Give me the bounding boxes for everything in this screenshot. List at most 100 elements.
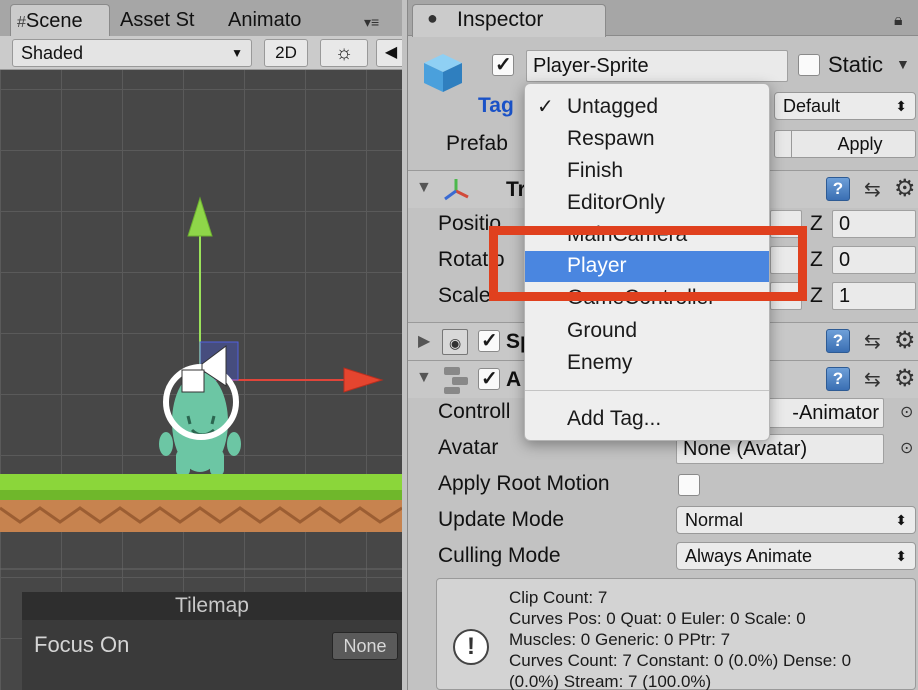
info-line: (0.0%) Stream: 7 (100.0%) bbox=[509, 672, 712, 690]
transform-title: Tr bbox=[506, 178, 526, 201]
lock-icon[interactable]: 🔒︎ bbox=[894, 12, 903, 30]
menu-item-label: Finish bbox=[567, 159, 624, 182]
animator-icon bbox=[442, 365, 470, 395]
foldout-closed-icon[interactable]: ▶ bbox=[418, 331, 430, 351]
info-line: Curves Pos: 0 Quat: 0 Euler: 0 Scale: 0 bbox=[509, 609, 806, 628]
check-icon: ✓ bbox=[495, 54, 512, 76]
rotation-z-label: Z bbox=[810, 248, 823, 271]
avatar-label: Avatar bbox=[438, 436, 499, 459]
menu-item-untagged[interactable]: Untagged bbox=[525, 92, 769, 122]
audio-gizmo-box bbox=[181, 369, 205, 393]
tab-menu-icon[interactable]: ▾≡ bbox=[364, 14, 379, 31]
menu-item-editoronly[interactable]: EditorOnly bbox=[525, 188, 769, 218]
tab-asset-store-label: Asset St bbox=[120, 9, 195, 31]
help-icon[interactable]: ? bbox=[826, 367, 850, 391]
check-icon: ✓ bbox=[481, 330, 498, 352]
layer-dropdown[interactable]: Default ⬍ bbox=[774, 92, 916, 120]
animator-info-box: ! Clip Count: 7 Curves Pos: 0 Quat: 0 Eu… bbox=[436, 578, 916, 690]
info-icon: ● bbox=[427, 8, 438, 28]
position-z-field[interactable]: 0 bbox=[832, 210, 916, 238]
static-checkbox[interactable] bbox=[798, 54, 820, 76]
sprite-renderer-enabled-checkbox[interactable]: ✓ bbox=[478, 330, 500, 352]
object-picker-icon[interactable]: ⊙ bbox=[900, 402, 913, 422]
menu-item-label: Add Tag... bbox=[567, 407, 662, 430]
static-dropdown-arrow-icon[interactable]: ▼ bbox=[896, 56, 910, 72]
preset-icon[interactable]: ⇆ bbox=[864, 367, 881, 392]
y-axis-arrow[interactable] bbox=[187, 196, 213, 237]
info-line: Clip Count: 7 bbox=[509, 588, 608, 607]
scale-z-field[interactable]: 1 bbox=[832, 282, 916, 310]
tab-animator-label: Animato bbox=[228, 9, 302, 31]
tab-inspector-label: Inspector bbox=[457, 8, 544, 31]
help-icon[interactable]: ? bbox=[826, 177, 850, 201]
menu-item-ground[interactable]: Ground bbox=[525, 316, 769, 346]
tab-inspector[interactable]: ● Inspector bbox=[412, 4, 606, 37]
scale-label: Scale bbox=[438, 284, 491, 307]
help-icon[interactable]: ? bbox=[826, 329, 850, 353]
menu-item-respawn[interactable]: Respawn bbox=[525, 124, 769, 154]
info-text: Clip Count: 7 Curves Pos: 0 Quat: 0 Eule… bbox=[509, 587, 851, 690]
menu-item-enemy[interactable]: Enemy bbox=[525, 348, 769, 378]
highlight-annotation-box bbox=[489, 226, 807, 301]
avatar-value: None (Avatar) bbox=[683, 438, 808, 460]
position-z-value: 0 bbox=[839, 213, 851, 235]
scene-panel: #Scene Asset St Animato ▾≡ Shaded ▼ 2D ☼… bbox=[0, 0, 402, 690]
2d-toggle-button[interactable]: 2D bbox=[264, 39, 308, 67]
prefab-apply-button[interactable]: Apply bbox=[774, 130, 916, 158]
menu-separator bbox=[525, 390, 769, 391]
info-line: Curves Count: 7 Constant: 0 (0.0%) Dense… bbox=[509, 651, 852, 670]
preset-icon[interactable]: ⇆ bbox=[864, 177, 881, 202]
check-icon: ✓ bbox=[481, 368, 498, 390]
animator-enabled-checkbox[interactable]: ✓ bbox=[478, 368, 500, 390]
preset-icon[interactable]: ⇆ bbox=[864, 329, 881, 354]
ground-dirt bbox=[0, 500, 402, 532]
object-name-value: Player-Sprite bbox=[533, 55, 649, 77]
layer-value: Default bbox=[783, 96, 841, 116]
scene-viewport[interactable]: Tilemap Focus On None bbox=[0, 70, 402, 690]
shading-mode-dropdown[interactable]: Shaded ▼ bbox=[12, 39, 252, 67]
scene-toolbar: Shaded ▼ 2D ☼ ◀ bbox=[0, 36, 402, 70]
tab-animator[interactable]: Animato bbox=[228, 4, 314, 36]
culling-mode-dropdown[interactable]: Always Animate ⬍ bbox=[676, 542, 916, 570]
menu-item-label: Untagged bbox=[567, 95, 659, 118]
updown-arrow-icon: ⬍ bbox=[895, 548, 907, 564]
menu-item-label: Enemy bbox=[567, 351, 633, 374]
sun-icon: ☼ bbox=[334, 42, 354, 64]
foldout-open-icon[interactable]: ▼ bbox=[416, 179, 432, 197]
tab-scene-label: Scene bbox=[25, 10, 83, 32]
prefab-label: Prefab bbox=[446, 132, 508, 155]
info-line: Muscles: 0 Generic: 0 PPtr: 7 bbox=[509, 630, 731, 649]
menu-item-add-tag[interactable]: Add Tag... bbox=[525, 404, 769, 434]
tab-scene[interactable]: #Scene bbox=[10, 4, 110, 36]
active-checkbox[interactable]: ✓ bbox=[492, 54, 514, 76]
lighting-toggle-button[interactable]: ☼ bbox=[320, 39, 368, 67]
update-mode-value: Normal bbox=[685, 510, 744, 530]
culling-mode-label: Culling Mode bbox=[438, 544, 561, 567]
controller-value: -Animator bbox=[792, 402, 879, 424]
shading-mode-label: Shaded bbox=[21, 43, 84, 63]
focus-on-dropdown[interactable]: None bbox=[332, 632, 398, 660]
update-mode-dropdown[interactable]: Normal ⬍ bbox=[676, 506, 916, 534]
tab-asset-store[interactable]: Asset St bbox=[120, 4, 212, 36]
dropdown-arrow-icon: ▼ bbox=[231, 46, 243, 60]
foldout-open-icon[interactable]: ▼ bbox=[416, 369, 432, 387]
menu-item-finish[interactable]: Finish bbox=[525, 156, 769, 186]
focus-on-value: None bbox=[343, 636, 387, 656]
x-axis-arrow[interactable] bbox=[343, 367, 384, 393]
object-name-field[interactable]: Player-Sprite bbox=[526, 50, 788, 82]
rotation-z-field[interactable]: 0 bbox=[832, 246, 916, 274]
sprite-renderer-icon: ◉ bbox=[442, 329, 468, 355]
audio-toggle-button[interactable]: ◀ bbox=[376, 39, 402, 67]
gear-icon[interactable]: ⚙ bbox=[894, 364, 916, 393]
menu-item-label: Ground bbox=[567, 319, 638, 342]
culling-mode-value: Always Animate bbox=[685, 546, 813, 566]
object-picker-icon[interactable]: ⊙ bbox=[900, 438, 913, 458]
gear-icon[interactable]: ⚙ bbox=[894, 326, 916, 355]
scale-z-label: Z bbox=[810, 284, 823, 307]
controller-label: Controll bbox=[438, 400, 511, 423]
apply-root-motion-checkbox[interactable] bbox=[678, 474, 700, 496]
gear-icon[interactable]: ⚙ bbox=[894, 174, 916, 203]
menu-item-label: Respawn bbox=[567, 127, 655, 150]
animator-title: A bbox=[506, 368, 522, 391]
apply-root-motion-label: Apply Root Motion bbox=[438, 472, 610, 495]
